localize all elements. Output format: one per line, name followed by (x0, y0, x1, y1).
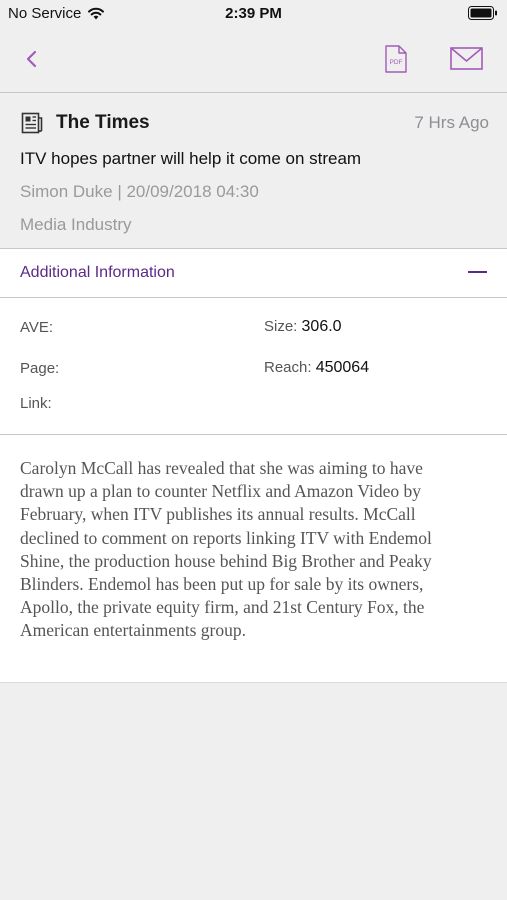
battery-icon (468, 6, 497, 20)
size-field: Size: 306.0 (264, 318, 342, 336)
clock: 2:39 PM (225, 5, 282, 22)
chevron-left-icon (26, 50, 37, 68)
status-bar: No Service 2:39 PM (0, 0, 507, 28)
pdf-button[interactable]: PDF (382, 42, 410, 76)
additional-info-toggle[interactable]: Additional Information (0, 249, 507, 298)
size-label: Size: (264, 318, 298, 335)
envelope-icon (450, 47, 483, 70)
email-button[interactable] (448, 44, 486, 74)
article-headline: ITV hopes partner will help it come on s… (20, 149, 362, 168)
article-byline: Simon Duke | 20/09/2018 04:30 (20, 182, 259, 201)
size-value: 306.0 (301, 318, 342, 335)
newspaper-icon (21, 112, 43, 134)
link-field: Link: (20, 395, 52, 413)
source-name: The Times (56, 112, 150, 133)
back-button[interactable] (18, 42, 46, 76)
pdf-icon-label: PDF (390, 59, 403, 66)
article-body: Carolyn McCall has revealed that she was… (0, 435, 507, 683)
source-row: The Times 7 Hrs Ago (20, 111, 489, 137)
reach-field: Reach: 450064 (264, 359, 369, 377)
page-label: Page: (20, 360, 60, 377)
article-category: Media Industry (20, 215, 132, 234)
article-body-text: Carolyn McCall has revealed that she was… (20, 458, 432, 641)
page-field: Page: (20, 360, 59, 378)
ave-label: AVE: (20, 319, 54, 336)
collapse-icon[interactable] (468, 271, 487, 273)
link-label: Link: (20, 395, 52, 412)
additional-info-title: Additional Information (20, 264, 175, 281)
ave-field: AVE: (20, 319, 53, 337)
reach-value: 450064 (315, 359, 370, 376)
navigation-bar: PDF (0, 28, 507, 93)
pdf-icon: PDF (385, 45, 407, 73)
article-age: 7 Hrs Ago (414, 113, 489, 132)
reach-label: Reach: (264, 359, 312, 376)
article-header: The Times 7 Hrs Ago ITV hopes partner wi… (0, 93, 507, 249)
additional-info-details: AVE: Size: 306.0 Page: Reach: 450064 Lin… (0, 298, 507, 435)
